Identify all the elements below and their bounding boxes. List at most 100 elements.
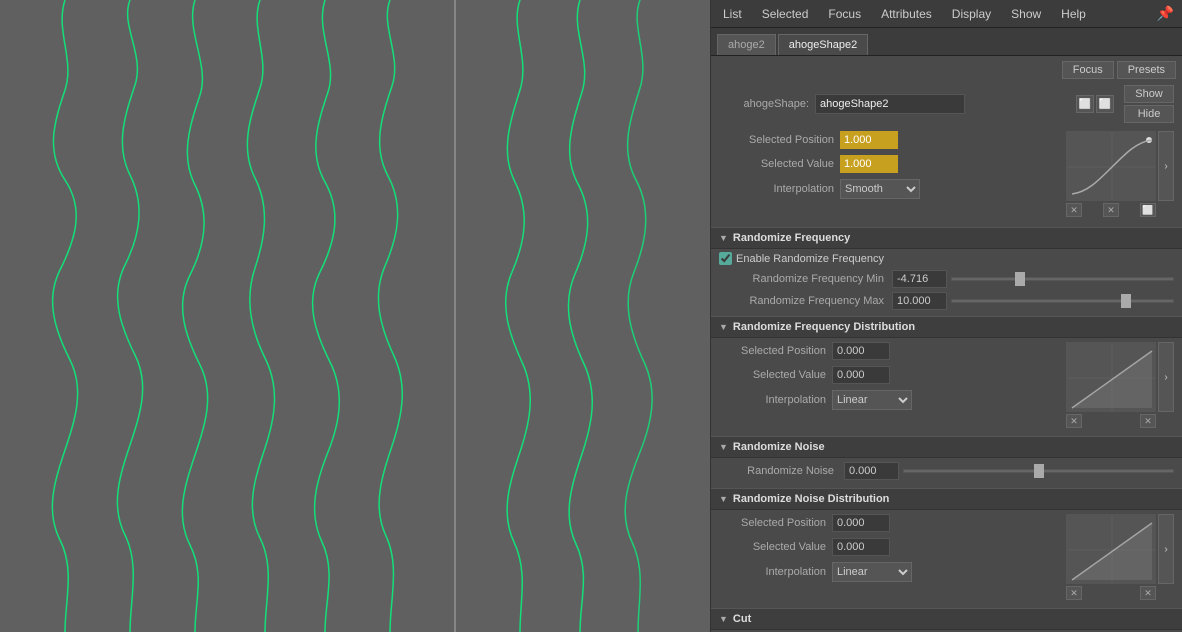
curve-icon-center[interactable]: ✕ <box>1103 203 1119 217</box>
freq-dist-params: Selected Position Selected Value Interpo… <box>711 342 1062 428</box>
collapse-icon[interactable]: ⬜ <box>1096 95 1114 113</box>
curve-icon-right[interactable]: ⬜ <box>1140 203 1156 217</box>
randomize-freq-dist-content: Selected Position Selected Value Interpo… <box>711 338 1182 432</box>
main-selected-position-input[interactable] <box>840 131 898 149</box>
randomize-freq-max-input[interactable] <box>892 292 947 310</box>
menu-focus[interactable]: Focus <box>824 5 865 23</box>
randomize-noise-dist-title: Randomize Noise Distribution <box>733 493 889 505</box>
show-button[interactable]: Show <box>1124 85 1174 103</box>
noise-dist-value-label: Selected Value <box>711 541 826 553</box>
randomize-freq-dist-header[interactable]: ▼ Randomize Frequency Distribution <box>711 316 1182 338</box>
node-name-label: ahogeShape: <box>719 98 809 110</box>
panel-content[interactable]: Focus Presets ahogeShape: ⬜ ⬜ Show Hide … <box>711 56 1182 632</box>
freq-dist-interp-select[interactable]: Linear Smooth Step <box>832 390 912 410</box>
randomize-noise-dist-header[interactable]: ▼ Randomize Noise Distribution <box>711 488 1182 510</box>
randomize-noise-dist-arrow: ▼ <box>719 494 728 504</box>
randomize-freq-min-label: Randomize Frequency Min <box>719 273 884 285</box>
randomize-noise-content: Randomize Noise <box>711 458 1182 484</box>
freq-dist-value-input[interactable] <box>832 366 890 384</box>
randomize-noise-dist-content: Selected Position Selected Value Interpo… <box>711 510 1182 604</box>
menu-bar: List Selected Focus Attributes Display S… <box>711 0 1182 28</box>
expand-icon[interactable]: ⬜ <box>1076 95 1094 113</box>
menu-display[interactable]: Display <box>948 5 995 23</box>
right-panel: List Selected Focus Attributes Display S… <box>710 0 1182 632</box>
noise-dist-position-input[interactable] <box>832 514 890 532</box>
randomize-freq-min-slider[interactable] <box>951 277 1174 281</box>
main-selected-value-row: Selected Value <box>719 155 1062 173</box>
freq-dist-icon-right[interactable]: ✕ <box>1140 414 1156 428</box>
randomize-noise-title: Randomize Noise <box>733 441 825 453</box>
main-curve-right-btn[interactable]: › <box>1158 131 1174 201</box>
randomize-freq-max-label: Randomize Frequency Max <box>719 295 884 307</box>
randomize-freq-min-input[interactable] <box>892 270 947 288</box>
cut-arrow: ▼ <box>719 614 728 624</box>
freq-dist-value-label: Selected Value <box>711 369 826 381</box>
presets-button[interactable]: Presets <box>1117 61 1176 79</box>
randomize-freq-min-row: Randomize Frequency Min <box>711 268 1182 290</box>
main-curve-section: Selected Position Selected Value Interpo… <box>711 127 1182 223</box>
main-interpolation-row: Interpolation Smooth Linear Step <box>719 179 1062 199</box>
noise-dist-icon-right[interactable]: ✕ <box>1140 586 1156 600</box>
freq-dist-interp-row: Interpolation Linear Smooth Step <box>711 390 1062 410</box>
node-name-row: ahogeShape: ⬜ ⬜ Show Hide <box>711 81 1182 127</box>
noise-dist-curve-preview <box>1066 514 1156 584</box>
freq-dist-curve-right-btn[interactable]: › <box>1158 342 1174 412</box>
hide-button[interactable]: Hide <box>1124 105 1174 123</box>
cut-header[interactable]: ▼ Cut <box>711 608 1182 630</box>
randomize-frequency-content: Enable Randomize Frequency Randomize Fre… <box>711 249 1182 312</box>
randomize-noise-header[interactable]: ▼ Randomize Noise <box>711 436 1182 458</box>
menu-help[interactable]: Help <box>1057 5 1090 23</box>
main-curve-preview <box>1066 131 1156 201</box>
main-selected-position-row: Selected Position <box>719 131 1062 149</box>
freq-dist-interp-label: Interpolation <box>711 394 826 406</box>
enable-randomize-freq-checkbox[interactable] <box>719 252 732 265</box>
randomize-noise-label: Randomize Noise <box>719 465 834 477</box>
noise-dist-interp-row: Interpolation Linear Smooth Step <box>711 562 1062 582</box>
randomize-freq-dist-arrow: ▼ <box>719 322 728 332</box>
cut-title: Cut <box>733 613 751 625</box>
noise-dist-position-label: Selected Position <box>711 517 826 529</box>
freq-dist-curve-preview <box>1066 342 1156 412</box>
noise-dist-curve-right-btn[interactable]: › <box>1158 514 1174 584</box>
freq-dist-position-input[interactable] <box>832 342 890 360</box>
main-selected-value-input[interactable] <box>840 155 898 173</box>
enable-randomize-freq-row: Enable Randomize Frequency <box>711 249 1182 268</box>
node-name-input[interactable] <box>815 94 965 114</box>
menu-attributes[interactable]: Attributes <box>877 5 936 23</box>
pin-icon[interactable]: 📌 <box>1157 5 1174 22</box>
noise-dist-params: Selected Position Selected Value Interpo… <box>711 514 1062 600</box>
randomize-frequency-header[interactable]: ▼ Randomize Frequency <box>711 227 1182 249</box>
menu-list[interactable]: List <box>719 5 746 23</box>
randomize-freq-dist-title: Randomize Frequency Distribution <box>733 321 915 333</box>
freq-dist-icon-left[interactable]: ✕ <box>1066 414 1082 428</box>
enable-randomize-freq-label: Enable Randomize Frequency <box>736 253 884 265</box>
noise-dist-icon-left[interactable]: ✕ <box>1066 586 1082 600</box>
main-interpolation-label: Interpolation <box>719 183 834 195</box>
noise-dist-position-row: Selected Position <box>711 514 1062 532</box>
randomize-freq-max-row: Randomize Frequency Max <box>711 290 1182 312</box>
tab-ahoge2[interactable]: ahoge2 <box>717 34 776 55</box>
viewport <box>0 0 710 632</box>
randomize-freq-max-slider[interactable] <box>951 299 1174 303</box>
noise-dist-interp-select[interactable]: Linear Smooth Step <box>832 562 912 582</box>
randomize-frequency-title: Randomize Frequency <box>733 232 850 244</box>
main-interpolation-select[interactable]: Smooth Linear Step <box>840 179 920 199</box>
randomize-noise-arrow: ▼ <box>719 442 728 452</box>
menu-selected[interactable]: Selected <box>758 5 813 23</box>
main-selected-position-label: Selected Position <box>719 134 834 146</box>
freq-dist-value-row: Selected Value <box>711 366 1062 384</box>
randomize-frequency-arrow: ▼ <box>719 233 728 243</box>
randomize-noise-slider[interactable] <box>903 469 1174 473</box>
main-curve-params: Selected Position Selected Value Interpo… <box>719 131 1062 217</box>
freq-dist-position-row: Selected Position <box>711 342 1062 360</box>
main-selected-value-label: Selected Value <box>719 158 834 170</box>
randomize-noise-input[interactable] <box>844 462 899 480</box>
focus-button[interactable]: Focus <box>1062 61 1114 79</box>
noise-dist-value-row: Selected Value <box>711 538 1062 556</box>
menu-show[interactable]: Show <box>1007 5 1045 23</box>
noise-dist-interp-label: Interpolation <box>711 566 826 578</box>
noise-dist-value-input[interactable] <box>832 538 890 556</box>
tabs-bar: ahoge2 ahogeShape2 <box>711 28 1182 56</box>
tab-ahogeshape2[interactable]: ahogeShape2 <box>778 34 869 55</box>
curve-icon-left[interactable]: ✕ <box>1066 203 1082 217</box>
